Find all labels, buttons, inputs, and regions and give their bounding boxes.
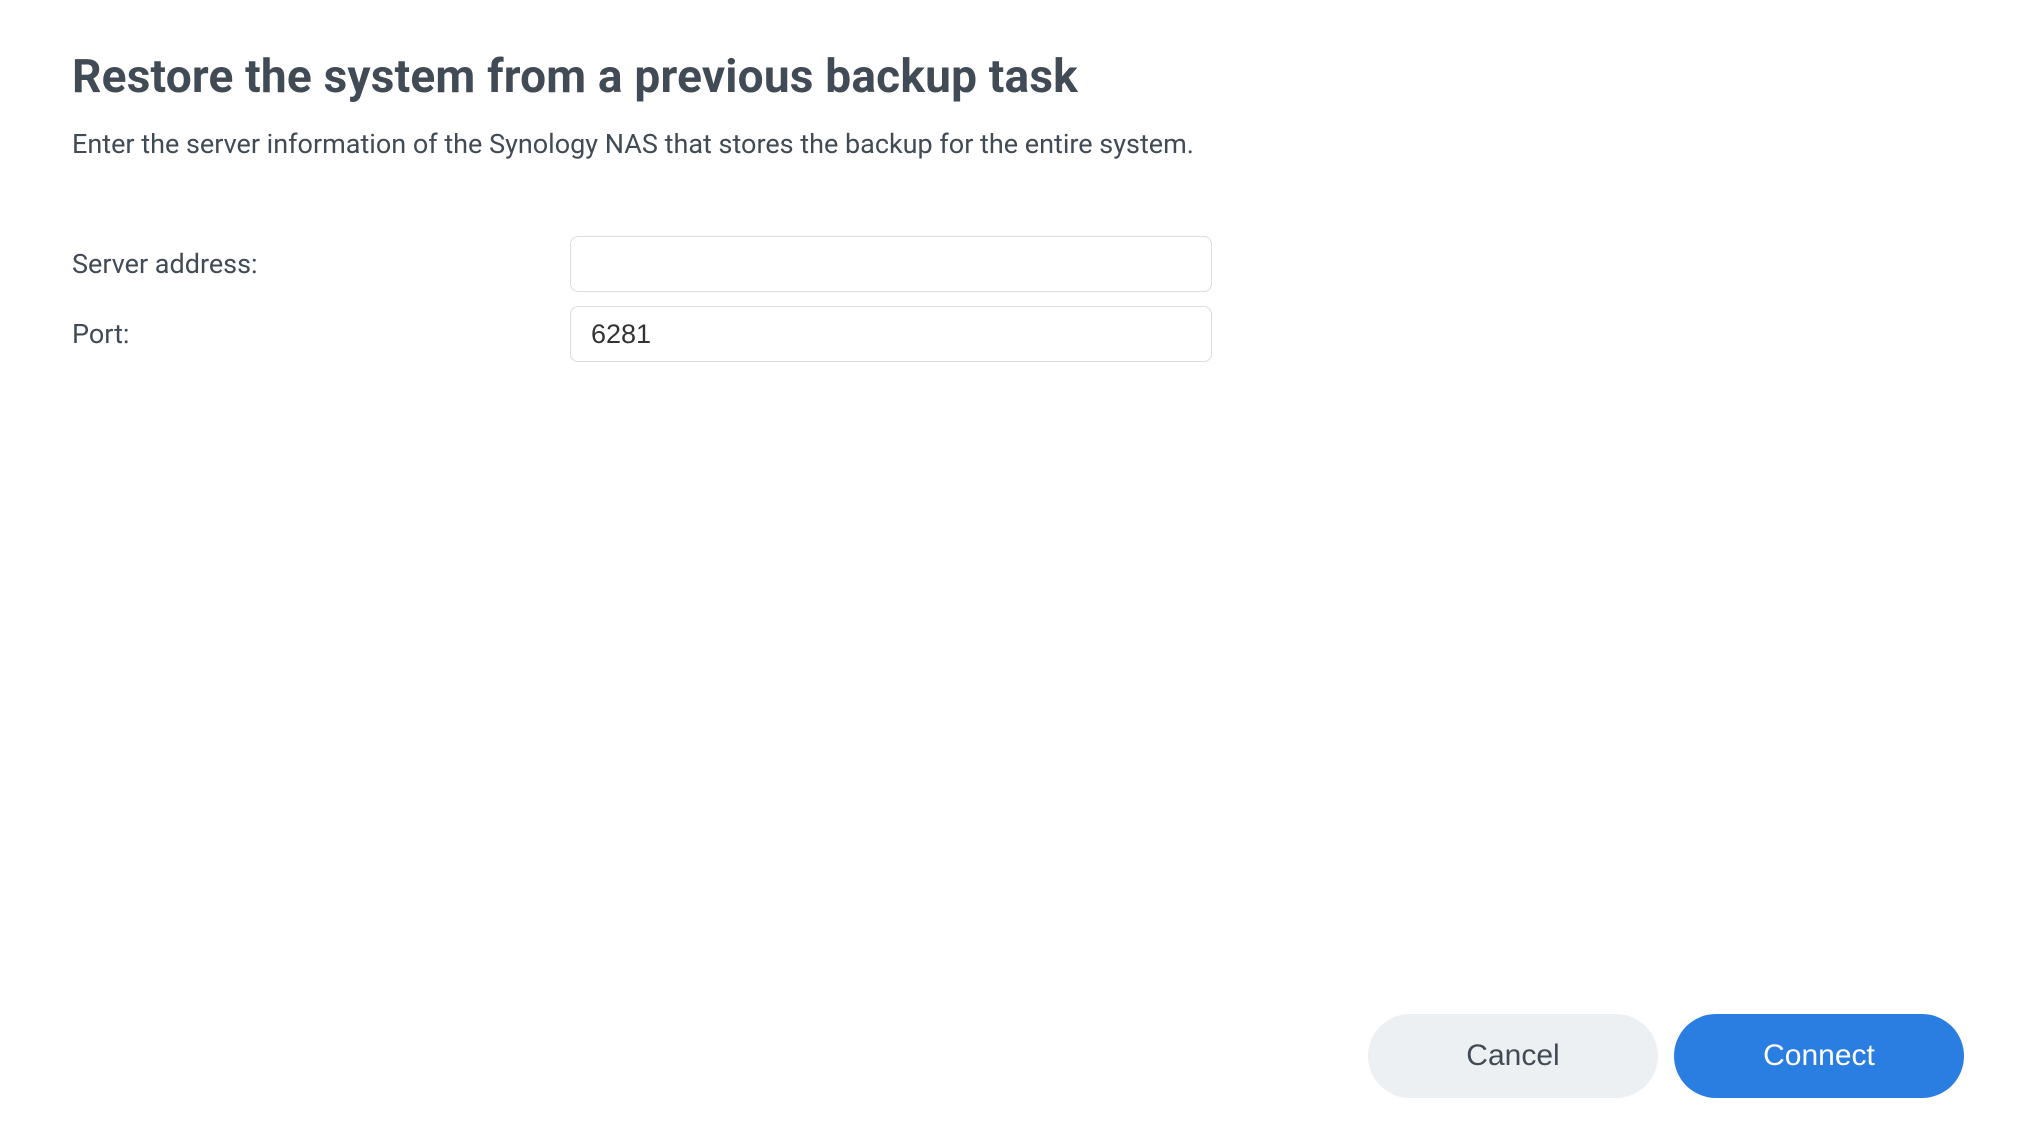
server-address-row: Server address: bbox=[72, 236, 1964, 292]
port-input[interactable] bbox=[570, 306, 1212, 362]
server-address-label: Server address: bbox=[72, 248, 570, 280]
connect-button[interactable]: Connect bbox=[1674, 1014, 1964, 1098]
cancel-button[interactable]: Cancel bbox=[1368, 1014, 1658, 1098]
page-title: Restore the system from a previous backu… bbox=[72, 50, 1964, 104]
footer-buttons: Cancel Connect bbox=[1368, 1014, 1964, 1098]
port-row: Port: bbox=[72, 306, 1964, 362]
server-address-input[interactable] bbox=[570, 236, 1212, 292]
page-description: Enter the server information of the Syno… bbox=[72, 128, 1964, 160]
port-label: Port: bbox=[72, 318, 570, 350]
